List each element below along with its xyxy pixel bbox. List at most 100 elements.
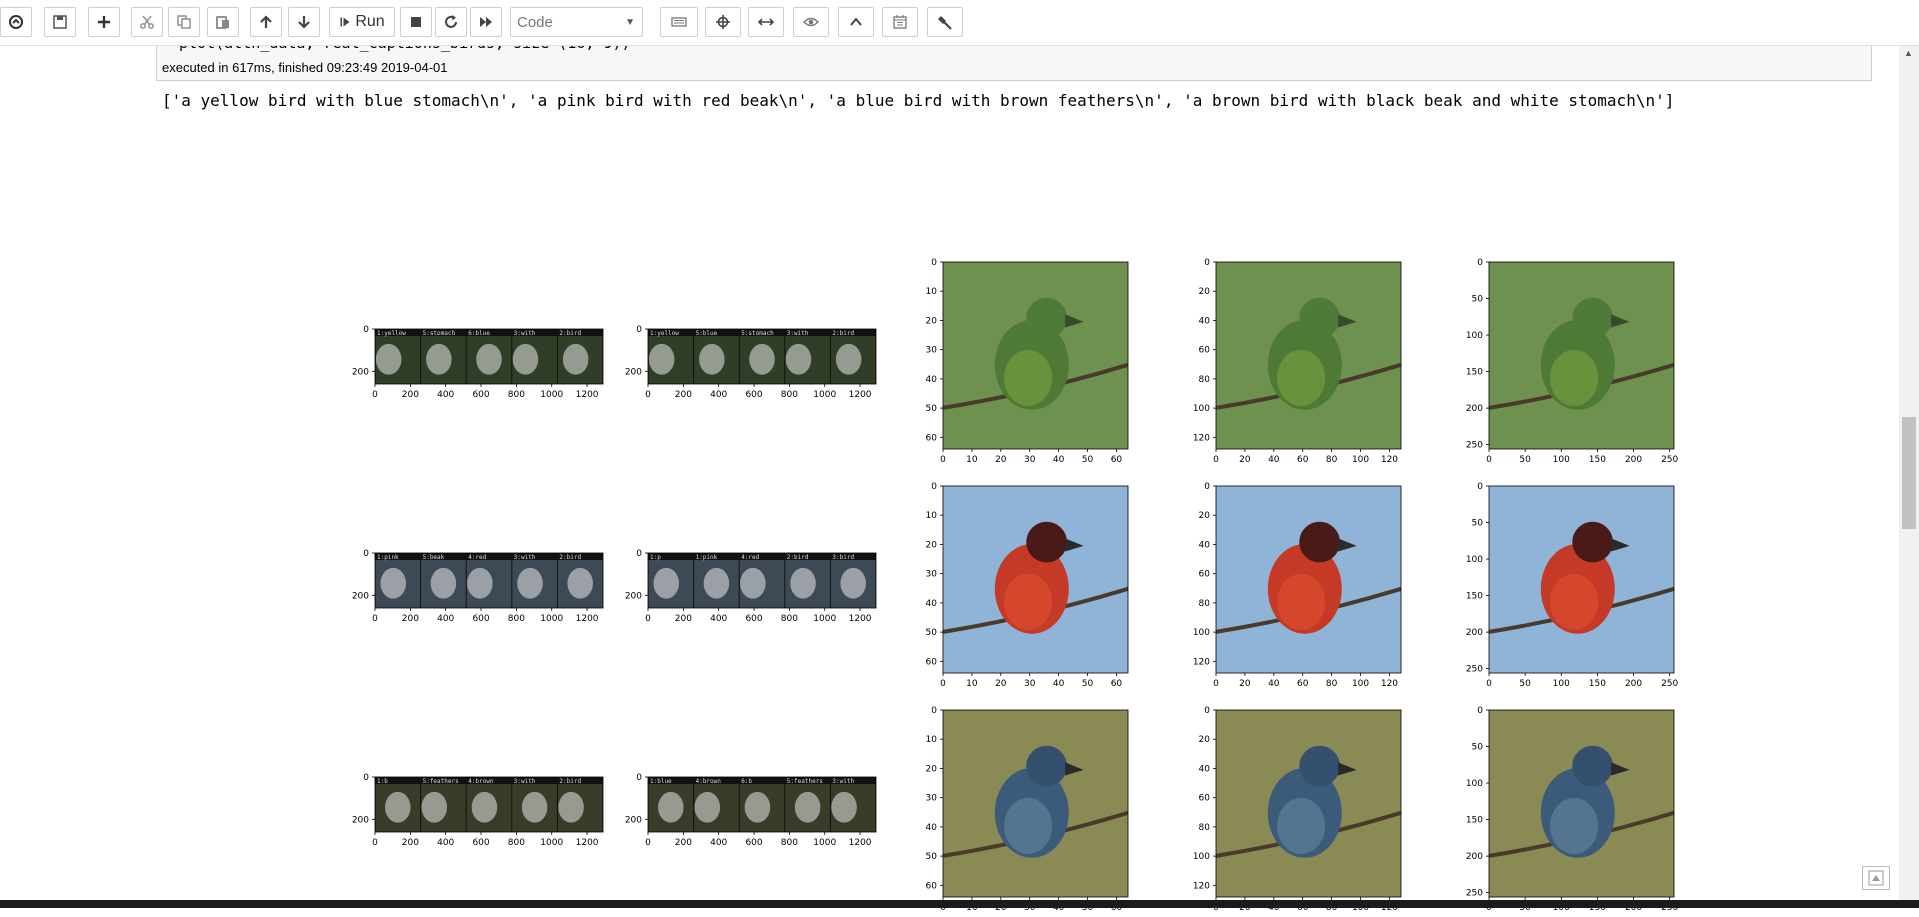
- vertical-scrollbar[interactable]: ▲: [1899, 45, 1919, 900]
- select-caret-icon: ▼: [625, 17, 635, 28]
- toggle-width-button[interactable]: [748, 7, 784, 37]
- attention-map-3-b: 1:blue 4:brown 6:b 5:feathers 3:with 0 200 400 6…: [608, 771, 896, 852]
- arrows-horizontal-icon: [758, 18, 774, 26]
- move-up-button[interactable]: [250, 7, 282, 37]
- toggle-hidden-button[interactable]: [793, 7, 829, 37]
- y-tick-label: 60: [1199, 794, 1211, 804]
- collapse-button[interactable]: [838, 7, 874, 37]
- y-tick-label: 120: [1193, 657, 1210, 667]
- y-tick-label: 80: [1199, 599, 1211, 609]
- build-button[interactable]: [927, 7, 963, 37]
- stop-icon: [411, 17, 421, 27]
- command-palette-button-2[interactable]: [660, 7, 698, 37]
- generated-image-2-256: 0 50 100 150 200 250 0 50 100 150 200 250: [1449, 480, 1694, 693]
- paste-button[interactable]: [207, 7, 239, 37]
- attention-map-2-a-svg: 1:pink 5:beak 4:red 3:with 2:bird 0 200 400 600 8…: [352, 549, 604, 624]
- attention-word-label: 5:feathers: [423, 778, 460, 785]
- cut-button[interactable]: [131, 7, 163, 37]
- x-tick-label: 40: [1268, 455, 1280, 465]
- save-icon: [53, 15, 67, 29]
- eye-icon: [803, 17, 819, 27]
- attention-glow: [385, 791, 411, 823]
- x-tick-label: 40: [1053, 455, 1065, 465]
- date-button[interactable]: [882, 7, 918, 37]
- bird-head: [1572, 745, 1613, 787]
- attention-map-1-b: 1:yellow 5:blue 5:stomach 3:with 2:bird 0 200 4…: [608, 323, 896, 404]
- y-tick-label: 20: [926, 316, 938, 326]
- x-tick-label: 1200: [576, 838, 599, 848]
- y-tick-label: 10: [926, 735, 938, 745]
- attention-glow: [740, 567, 766, 599]
- y-tick-label: 20: [926, 540, 938, 550]
- restart-run-all-button[interactable]: [470, 7, 502, 37]
- attention-word-label: 4:red: [741, 554, 759, 561]
- arrow-up-box-icon: [1868, 870, 1884, 886]
- attention-word-label: 1:p: [650, 554, 661, 561]
- x-tick-label: 800: [781, 838, 798, 848]
- x-tick-label: 0: [645, 614, 651, 624]
- x-tick-label: 100: [1553, 679, 1570, 689]
- bird-belly: [1004, 349, 1053, 406]
- navigate-button[interactable]: [705, 7, 741, 37]
- x-tick-label: 0: [940, 679, 946, 689]
- move-down-button[interactable]: [288, 7, 320, 37]
- y-tick-label: 200: [1466, 852, 1483, 862]
- cell-type-select[interactable]: Code ▼: [510, 7, 643, 37]
- y-tick-label: 20: [1199, 735, 1211, 745]
- scroll-up-arrow-icon[interactable]: ▲: [1904, 48, 1913, 58]
- attention-word-label: 6:b: [741, 778, 752, 785]
- attention-map-1-a: 1:yellow 5:stomach 6:blue 3:with 2:bird 0 200 4…: [335, 323, 623, 404]
- attention-map-3-a: 1:b 5:feathers 4:brown 3:with 2:bird 0 200 400 6…: [335, 771, 623, 852]
- keyboard-icon: [671, 17, 687, 27]
- bird-belly: [1550, 797, 1599, 854]
- y-tick-label: 200: [352, 591, 369, 601]
- x-tick-label: 10: [966, 455, 978, 465]
- scroll-to-top-button[interactable]: [1862, 866, 1890, 890]
- attention-word-label: 3:with: [514, 330, 536, 337]
- y-tick-label: 0: [1204, 482, 1210, 492]
- x-tick-label: 50: [1519, 455, 1531, 465]
- x-tick-label: 50: [1082, 455, 1094, 465]
- y-tick-label: 60: [1199, 346, 1211, 356]
- chevron-up-icon: [850, 17, 862, 26]
- run-button[interactable]: Run: [329, 7, 395, 37]
- x-tick-label: 60: [1297, 455, 1309, 465]
- x-tick-label: 30: [1024, 455, 1036, 465]
- generated-image-2-256-svg: 0 50 100 150 200 250050100150200250: [1466, 482, 1679, 689]
- x-tick-label: 800: [781, 614, 798, 624]
- x-tick-label: 1200: [849, 838, 872, 848]
- copy-icon: [177, 15, 191, 29]
- attention-word-label: 4:red: [468, 554, 486, 561]
- x-tick-label: 0: [372, 614, 378, 624]
- x-tick-label: 100: [1352, 455, 1369, 465]
- x-tick-label: 100: [1352, 679, 1369, 689]
- attention-word-label: 1:yellow: [650, 330, 679, 337]
- x-tick-label: 0: [1213, 455, 1219, 465]
- x-tick-label: 100: [1553, 455, 1570, 465]
- x-tick-label: 400: [710, 838, 727, 848]
- restart-kernel-button[interactable]: [435, 7, 467, 37]
- taskbar: [0, 900, 1919, 908]
- y-tick-label: 100: [1193, 852, 1210, 862]
- attention-word-label: 5:beak: [423, 554, 445, 561]
- scrollbar-thumb[interactable]: [1902, 417, 1916, 529]
- attention-word-label: 3:with: [514, 554, 536, 561]
- attention-glow: [658, 791, 684, 823]
- y-tick-label: 250: [1466, 441, 1483, 451]
- y-tick-label: 0: [931, 706, 937, 716]
- interrupt-button[interactable]: [400, 7, 432, 37]
- attention-word-label: 2:bird: [559, 554, 581, 561]
- bird-belly: [1277, 349, 1326, 406]
- save-button[interactable]: [44, 7, 76, 37]
- generated-image-2-64: 0 10 20 30 40 50 60 0 10 20 30 40 50 60: [903, 480, 1148, 693]
- scissors-icon: [140, 15, 154, 29]
- copy-button[interactable]: [168, 7, 200, 37]
- x-tick-label: 60: [1111, 679, 1123, 689]
- bird-head: [1572, 297, 1613, 339]
- arrow-down-icon: [298, 16, 310, 29]
- insert-cell-button[interactable]: [88, 7, 120, 37]
- generated-image-3-256: 0 50 100 150 200 250 0 50 100 150 200 250: [1449, 704, 1694, 917]
- attention-glow: [790, 567, 816, 599]
- generated-image-1-128-svg: 0 20 40 60 80 100 120 0 20 40 60 80 100 120: [1193, 258, 1402, 465]
- command-palette-button[interactable]: [0, 7, 32, 37]
